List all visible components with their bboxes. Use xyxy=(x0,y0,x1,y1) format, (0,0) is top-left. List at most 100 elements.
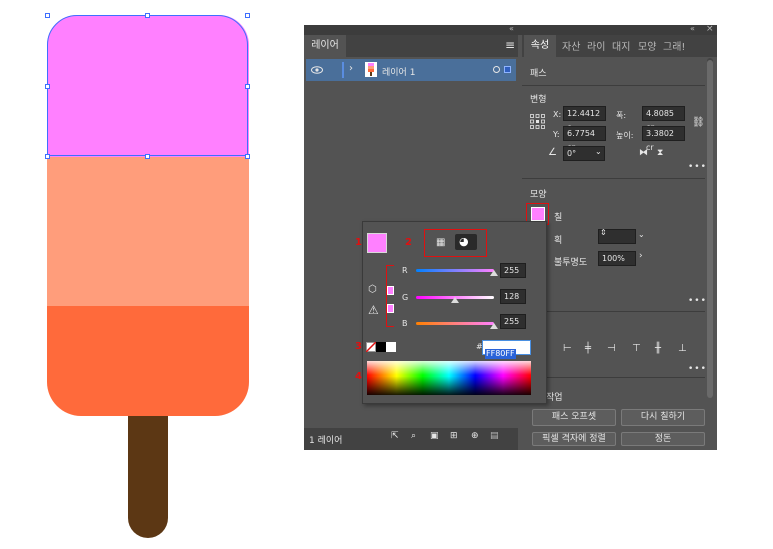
color-spectrum-highlight xyxy=(367,361,531,375)
warning-icon[interactable]: ⚠ xyxy=(368,303,379,317)
selection-handle[interactable] xyxy=(45,154,50,159)
constrain-proportions-icon[interactable]: ⛓ xyxy=(692,117,705,128)
opacity-field[interactable]: 100% xyxy=(598,251,636,266)
callout-number: 3 xyxy=(355,341,362,352)
hex-field[interactable]: FF80FF xyxy=(482,340,531,359)
align-center-v-icon[interactable]: ╫ xyxy=(655,343,661,354)
section-transform-title: 변형 xyxy=(530,95,547,105)
chevron-right-icon[interactable]: › xyxy=(639,251,643,261)
flip-horizontal-icon[interactable]: ⧓ xyxy=(639,148,648,158)
width-label: 폭: xyxy=(616,111,627,120)
callout-number: 4 xyxy=(355,371,362,382)
height-label: 높이: xyxy=(616,131,634,140)
section-quick-actions-title: 작업 xyxy=(546,393,563,403)
collapse-icon[interactable]: « xyxy=(690,24,695,33)
recolor-button[interactable]: 다시 칠하기 xyxy=(621,409,705,426)
arrange-button[interactable]: 정돈 xyxy=(621,432,705,446)
panel-menu-icon[interactable]: ≡ xyxy=(505,38,515,52)
selection-handle[interactable] xyxy=(245,154,250,159)
blue-slider-track[interactable] xyxy=(416,322,494,325)
reference-point-icon[interactable] xyxy=(530,114,545,129)
align-bottom-icon[interactable]: ⊥ xyxy=(678,343,687,354)
align-top-icon[interactable]: ⊤ xyxy=(632,343,641,354)
layer-color-indicator xyxy=(342,62,344,78)
close-icon[interactable]: × xyxy=(706,24,714,34)
tab-properties[interactable]: 속성 xyxy=(524,35,556,57)
chevron-down-icon[interactable]: ⌄ xyxy=(595,147,602,156)
width-field[interactable]: 4.8085 cn xyxy=(642,106,685,132)
scrollbar-thumb[interactable] xyxy=(707,60,713,398)
hex-value-text: FF80FF xyxy=(485,349,516,359)
popsicle-middle-shape[interactable] xyxy=(47,157,249,306)
red-value-field[interactable]: 255 xyxy=(500,263,526,278)
callout-number: 2 xyxy=(405,237,412,248)
tab-layers[interactable]: 레이어 xyxy=(304,35,346,57)
popsicle-bottom-shape[interactable] xyxy=(47,306,249,416)
red-slider-thumb[interactable] xyxy=(490,270,498,276)
new-sublayer-icon[interactable]: ⊞ xyxy=(450,431,458,441)
offset-path-button[interactable]: 패스 오프셋 xyxy=(532,409,616,426)
selection-handle[interactable] xyxy=(245,84,250,89)
export-icon[interactable]: ⇱ xyxy=(391,431,399,441)
target-icon[interactable] xyxy=(493,66,500,73)
stepper-icon[interactable]: ⇕ xyxy=(600,228,607,237)
selection-handle[interactable] xyxy=(145,154,150,159)
collapse-icon[interactable]: « xyxy=(509,24,514,33)
current-color-swatch[interactable] xyxy=(367,233,387,253)
red-channel-label: R xyxy=(402,266,408,275)
tab-libraries[interactable]: 라이 xyxy=(587,38,605,53)
align-right-icon[interactable]: ⊣ xyxy=(607,343,616,354)
selection-indicator-icon[interactable] xyxy=(504,66,511,73)
trash-icon[interactable]: ▤ xyxy=(490,431,499,441)
tab-artboards[interactable]: 대지 xyxy=(612,38,630,53)
popsicle-stick[interactable] xyxy=(128,405,168,538)
align-center-h-icon[interactable]: ╪ xyxy=(585,343,591,354)
blue-slider-thumb[interactable] xyxy=(490,323,498,329)
tab-appearance[interactable]: 모양 xyxy=(638,38,656,53)
rotate-icon: ∠ xyxy=(548,147,557,158)
opacity-label: 불투명도 xyxy=(554,258,588,268)
fill-swatch[interactable] xyxy=(531,207,545,221)
selection-bounding-box[interactable] xyxy=(47,15,248,156)
selection-handle[interactable] xyxy=(145,13,150,18)
align-to-pixel-grid-button[interactable]: 픽셀 격자에 정렬 xyxy=(532,432,616,446)
black-swatch[interactable] xyxy=(376,342,386,352)
tab-assets[interactable]: 자산 xyxy=(562,38,580,53)
gamut-color-swatch[interactable] xyxy=(387,286,394,295)
eye-icon[interactable] xyxy=(311,66,323,74)
swatches-icon[interactable]: ▦ xyxy=(436,237,445,248)
green-value-field[interactable]: 128 xyxy=(500,289,526,304)
callout-number: 1 xyxy=(355,237,362,248)
more-options-icon[interactable]: ••• xyxy=(688,364,707,374)
out-of-gamut-cube-icon[interactable]: ⬡ xyxy=(368,284,377,295)
new-layer-icon[interactable]: ⊕ xyxy=(471,431,479,441)
section-path-title: 패스 xyxy=(530,69,547,79)
divider xyxy=(522,178,705,179)
rgb-bracket-highlight xyxy=(386,265,394,327)
stroke-label: 획 xyxy=(554,236,563,246)
selection-handle[interactable] xyxy=(45,84,50,89)
selection-handle[interactable] xyxy=(45,13,50,18)
chevron-right-icon[interactable]: › xyxy=(349,63,353,74)
clipping-mask-icon[interactable]: ▣ xyxy=(430,431,439,441)
tab-graphic-styles[interactable]: 그래! xyxy=(663,38,685,53)
none-color-icon[interactable] xyxy=(366,342,376,352)
more-options-icon[interactable]: ••• xyxy=(688,162,707,172)
selection-handle[interactable] xyxy=(245,13,250,18)
flip-vertical-icon[interactable]: ⧗ xyxy=(657,148,663,158)
search-icon[interactable]: ⌕ xyxy=(411,431,416,441)
y-position-field[interactable]: 6.7754 cn xyxy=(563,126,606,152)
white-swatch[interactable] xyxy=(386,342,396,352)
align-left-icon[interactable]: ⊢ xyxy=(563,343,572,354)
green-slider-thumb[interactable] xyxy=(451,297,459,303)
red-slider-track[interactable] xyxy=(416,269,494,272)
layer-name[interactable]: 레이어 1 xyxy=(382,65,415,78)
blue-value-field[interactable]: 255 xyxy=(500,314,526,329)
height-field[interactable]: 3.3802 cr xyxy=(642,126,685,152)
x-position-field[interactable]: 12.4412 c xyxy=(563,106,606,132)
y-label: Y: xyxy=(553,130,560,139)
more-options-icon[interactable]: ••• xyxy=(688,296,707,306)
web-safe-color-swatch[interactable] xyxy=(387,304,394,313)
chevron-down-icon[interactable]: ⌄ xyxy=(638,230,645,239)
palette-icon: ◕ xyxy=(459,235,469,248)
